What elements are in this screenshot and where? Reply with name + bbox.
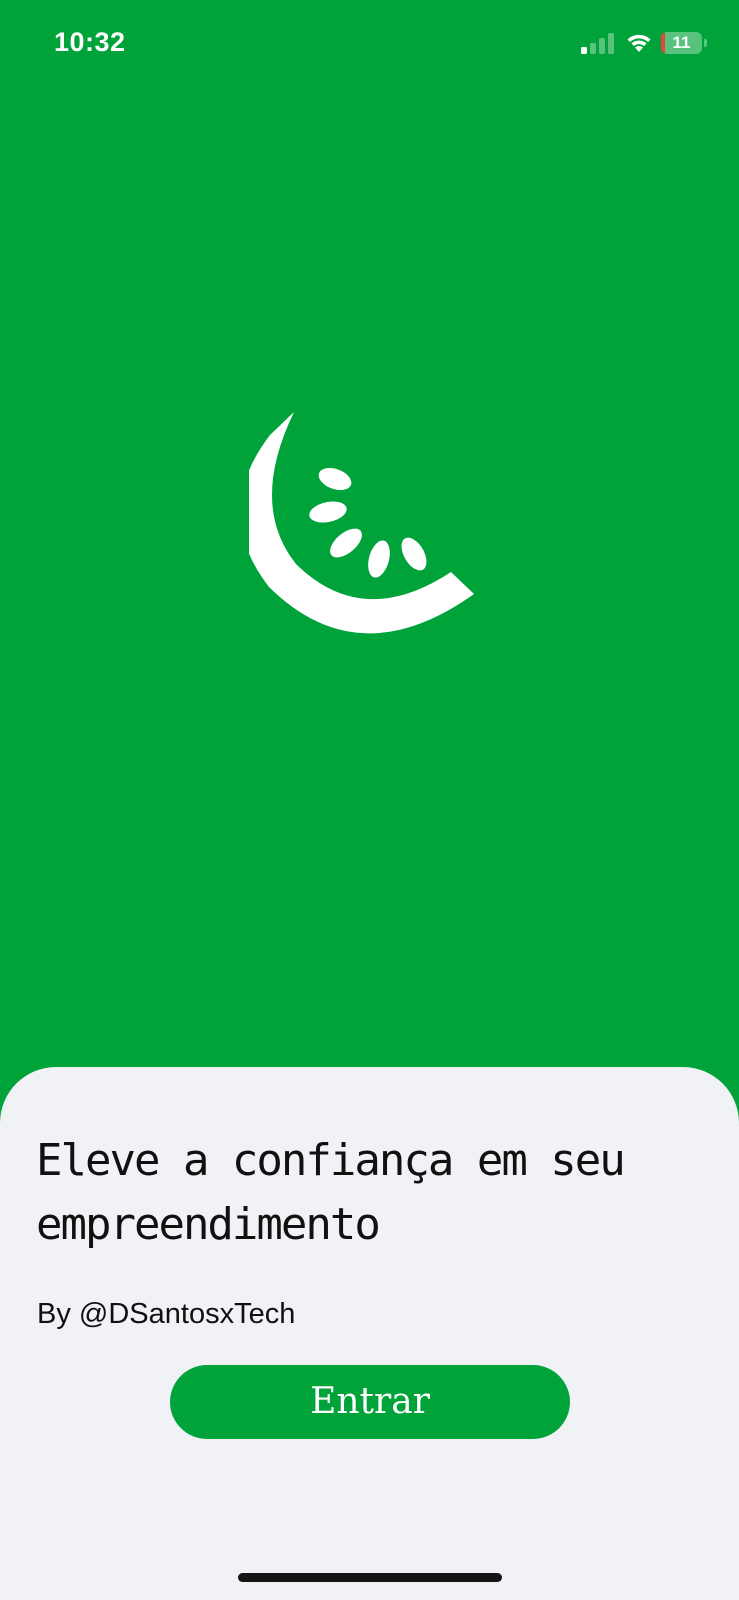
welcome-headline: Eleve a confiança em seu empreendimento bbox=[36, 1135, 626, 1250]
battery-body: 11 bbox=[661, 32, 702, 54]
signal-icon bbox=[581, 33, 614, 54]
status-time: 10:32 bbox=[54, 27, 126, 57]
status-bar: 10:32 11 bbox=[0, 0, 739, 88]
bottom-sheet: Eleve a confiança em seu empreendimento … bbox=[0, 1067, 739, 1600]
enter-button[interactable]: Entrar bbox=[170, 1365, 570, 1439]
welcome-screen: 10:32 11 Eleve a confiança em seu empree… bbox=[0, 0, 739, 1600]
author-byline: By @DSantosxTech bbox=[37, 1298, 296, 1330]
watermelon-slice-logo bbox=[249, 412, 474, 634]
wifi-icon bbox=[627, 34, 651, 52]
battery-cap bbox=[704, 39, 707, 47]
home-indicator[interactable] bbox=[238, 1573, 502, 1582]
battery-icon: 11 bbox=[661, 32, 707, 54]
battery-level: 11 bbox=[672, 33, 691, 52]
